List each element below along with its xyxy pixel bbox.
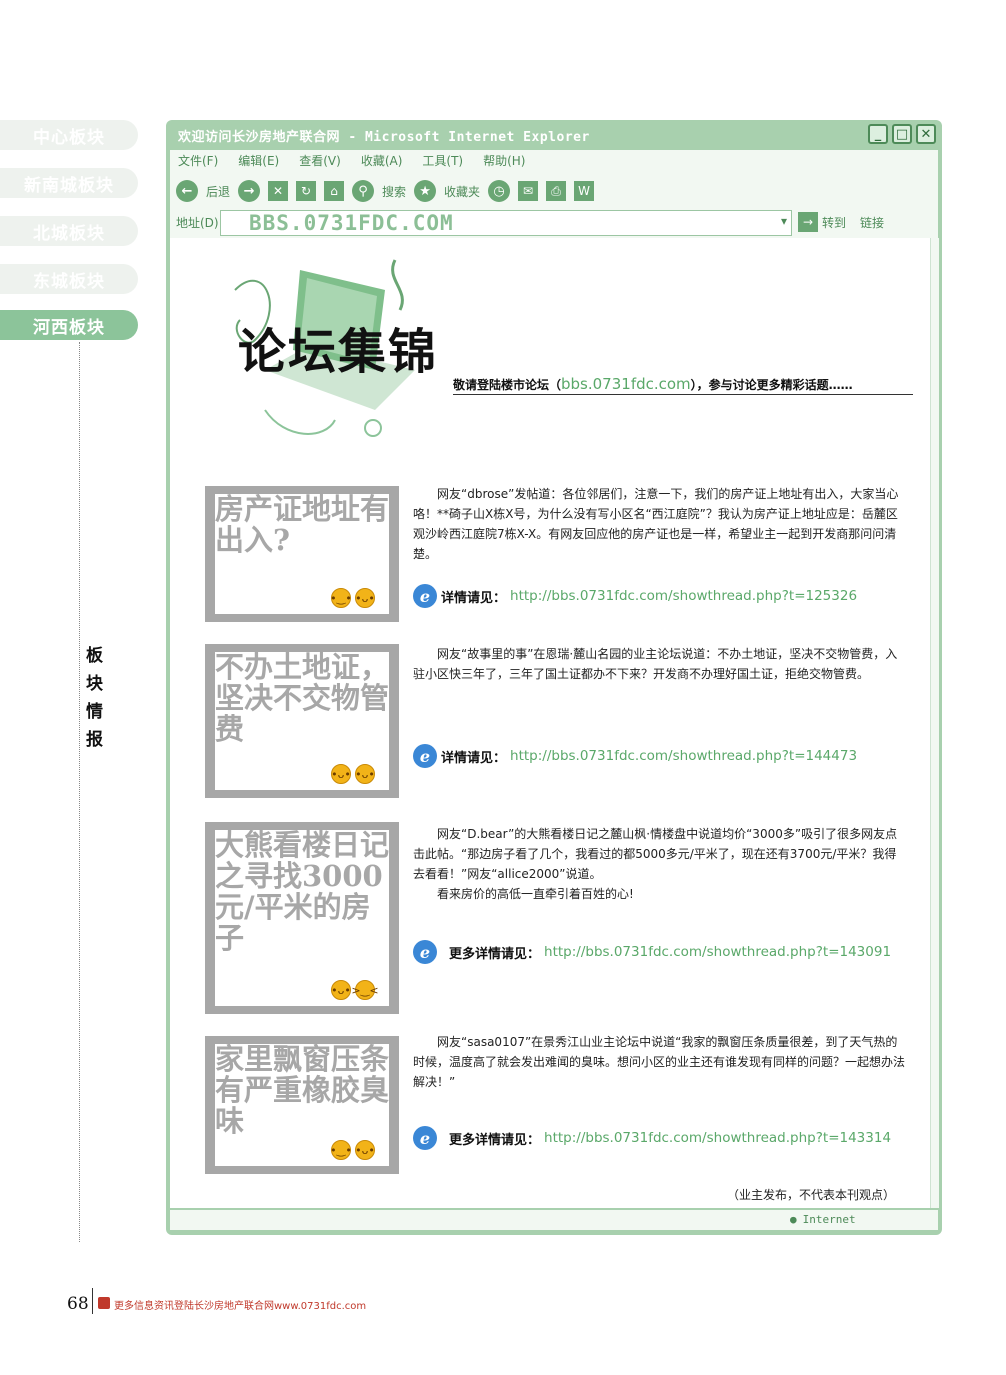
go-label: 转到 (822, 215, 847, 230)
side-tab-center[interactable]: 中心板块 (0, 120, 138, 150)
menu-bar: 文件(F) 编辑(E) 查看(V) 收藏(A) 工具(T) 帮助(H) (178, 152, 525, 172)
links-button[interactable]: 链接 (860, 214, 884, 231)
post-detail: e 更多详情请见： http://bbs.0731fdc.com/showthr… (413, 1126, 891, 1150)
go-arrow-icon: → (798, 212, 818, 232)
status-zone: ● Internet (790, 1213, 856, 1226)
page-number: 68 (67, 1294, 89, 1314)
menu-tools[interactable]: 工具(T) (422, 152, 463, 172)
print-icon[interactable]: ⎙ (546, 181, 567, 201)
emoji-icon: •ᴗ• (355, 764, 375, 784)
favorites-icon[interactable]: ★ (414, 180, 437, 202)
address-label: 地址(D) (176, 216, 219, 230)
post-body: 网友“D.bear”的大熊看楼日记之麓山枫·情楼盘中说道均价“3000多”吸引了… (413, 827, 898, 901)
divider (453, 394, 913, 395)
forum-link[interactable]: bbs.0731fdc.com (561, 375, 691, 393)
post-detail: e 详情请见： http://bbs.0731fdc.com/showthrea… (413, 744, 857, 768)
history-icon[interactable]: ◷ (488, 180, 511, 202)
chevron-down-icon[interactable]: ▾ (781, 214, 787, 228)
address-value: BBS.0731FDC.COM (249, 211, 454, 235)
emoji-icon: •‿• (330, 1140, 352, 1160)
menu-help[interactable]: 帮助(H) (483, 152, 525, 172)
post-title: 房产证地址有出入? (215, 492, 390, 557)
edit-icon[interactable]: W (574, 181, 595, 201)
browser-chrome: 文件(F) 编辑(E) 查看(V) 收藏(A) 工具(T) 帮助(H) ← 后退… (170, 150, 938, 238)
forum-invite: 敬请登陆楼市论坛（bbs.0731fdc.com），参与讨论更多精彩话题…… (453, 375, 853, 393)
emoji-icon: •ᴗ• (355, 1140, 375, 1160)
mail-icon[interactable]: ✉ (518, 181, 539, 201)
back-icon[interactable]: ← (176, 180, 198, 202)
post-body: 网友“dbrose”发帖道：各位邻居们，注意一下，我们的房产证上地址有出入，大家… (413, 487, 899, 561)
go-button[interactable]: → 转到 (798, 212, 846, 232)
window-title: 欢迎访问长沙房地产联合网 - Microsoft Internet Explor… (178, 130, 590, 145)
search-label[interactable]: 搜索 (382, 183, 406, 200)
ie-icon: e (413, 940, 437, 964)
ie-icon: e (413, 744, 437, 768)
menu-view[interactable]: 查看(V) (299, 152, 341, 172)
page-title: 论坛集锦 (238, 324, 439, 380)
post-card: 不办土地证，坚决不交物管费 •ᴗ• •ᴗ• (205, 644, 399, 798)
emoji-icon: •ᴗ• (331, 764, 351, 784)
post-body: 网友“sasa0107”在景秀江山业主论坛中说道“我家的飘窗压条质量很差，到了天… (413, 1035, 906, 1089)
post-body: 网友“故事里的事”在恩瑞·麓山名园的业主论坛说道：不办土地证，坚决不交物管费，入… (413, 647, 898, 681)
menu-favorites[interactable]: 收藏(A) (361, 152, 403, 172)
title-bar: 欢迎访问长沙房地产联合网 - Microsoft Internet Explor… (166, 120, 942, 150)
address-input[interactable]: BBS.0731FDC.COM ▾ (220, 210, 792, 236)
status-bar: ● Internet (170, 1210, 938, 1230)
post-detail: e 详情请见： http://bbs.0731fdc.com/showthrea… (413, 584, 857, 608)
side-tab-north[interactable]: 北城板块 (0, 216, 138, 246)
menu-edit[interactable]: 编辑(E) (238, 152, 279, 172)
favorites-label[interactable]: 收藏夹 (444, 183, 480, 200)
maximize-button[interactable]: □ (892, 124, 912, 144)
close-button[interactable]: ✕ (916, 124, 936, 144)
footer-text: 更多信息资讯登陆长沙房地产联合网www.0731fdc.com (114, 1301, 367, 1312)
minimize-button[interactable]: _ (868, 124, 888, 144)
side-tab-hexi[interactable]: 河西板块 (0, 310, 138, 340)
post-detail: e 更多详情请见： http://bbs.0731fdc.com/showthr… (413, 940, 891, 964)
home-icon[interactable]: ⌂ (324, 181, 345, 201)
post-link[interactable]: http://bbs.0731fdc.com/showthread.php?t=… (510, 748, 857, 764)
post-title: 大熊看楼日记之寻找3000元/平米的房子 (215, 828, 390, 955)
post-link[interactable]: http://bbs.0731fdc.com/showthread.php?t=… (510, 588, 857, 604)
post-card: 大熊看楼日记之寻找3000元/平米的房子 •ᴗ• >‿< (205, 822, 399, 1014)
post-card: 房产证地址有出入? •‿• •ᴗ• (205, 486, 399, 622)
side-tab-new-south[interactable]: 新南城板块 (0, 168, 138, 198)
stop-icon[interactable]: ✕ (268, 181, 289, 201)
forward-icon[interactable]: → (238, 180, 261, 202)
post-title: 家里飘窗压条有严重橡胶臭味 (215, 1042, 390, 1138)
post-card: 家里飘窗压条有严重橡胶臭味 •‿• •ᴗ• (205, 1036, 399, 1174)
scrollbar[interactable] (930, 238, 939, 1208)
side-tab-east[interactable]: 东城板块 (0, 264, 138, 294)
menu-file[interactable]: 文件(F) (178, 152, 218, 172)
ie-icon: e (413, 1126, 437, 1150)
search-icon[interactable]: ⚲ (352, 180, 375, 202)
divider (79, 342, 80, 1242)
post-link[interactable]: http://bbs.0731fdc.com/showthread.php?t=… (544, 944, 891, 960)
section-label: 板 块 情 报 (86, 646, 103, 750)
divider (92, 1288, 93, 1314)
emoji-icon: >‿< (351, 980, 379, 1000)
post-link[interactable]: http://bbs.0731fdc.com/showthread.php?t=… (544, 1130, 891, 1146)
emoji-icon: •‿• (330, 588, 352, 608)
back-label[interactable]: 后退 (206, 183, 230, 200)
globe-icon: ● (790, 1213, 797, 1226)
ie-icon: e (413, 584, 437, 608)
toolbar: ← 后退 → ✕ ↻ ⌂ ⚲ 搜索 ★ 收藏夹 ◷ ✉ ⎙ W (176, 176, 595, 206)
disclaimer: （业主发布，不代表本刊观点） (727, 1188, 896, 1202)
refresh-icon[interactable]: ↻ (296, 181, 317, 201)
emoji-icon: •ᴗ• (355, 588, 375, 608)
post-title: 不办土地证，坚决不交物管费 (215, 650, 390, 746)
emoji-icon: •ᴗ• (331, 980, 351, 1000)
house-logo-icon (98, 1297, 110, 1309)
